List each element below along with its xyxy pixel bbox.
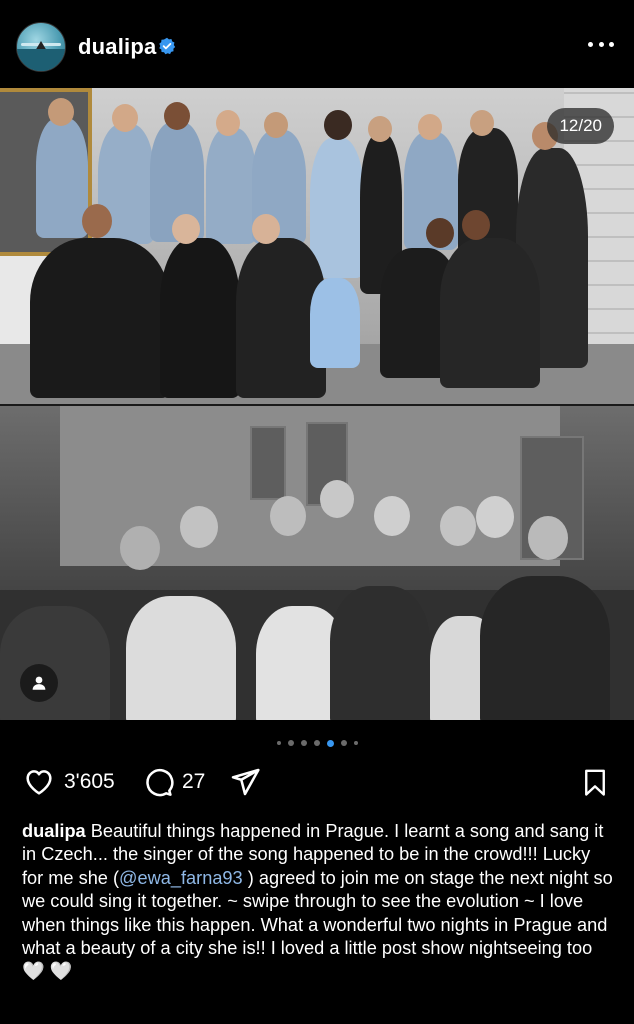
save-button[interactable] — [580, 766, 610, 798]
heart-outline-icon — [26, 770, 52, 795]
bookmark-icon — [585, 769, 605, 796]
post-caption: dualipa Beautiful things happened in Pra… — [22, 820, 614, 984]
carousel-dot — [287, 740, 294, 746]
carousel-dot — [313, 740, 320, 746]
share-button[interactable] — [228, 766, 262, 798]
post-username[interactable]: dualipa — [78, 34, 156, 60]
carousel-counter: 12/20 — [547, 108, 614, 144]
caption-mention[interactable]: @ewa_farna93 — [119, 868, 243, 888]
group-photo-color — [0, 88, 634, 404]
carousel-dot — [340, 740, 347, 746]
user-tag-icon — [32, 676, 46, 690]
more-options-button[interactable] — [588, 34, 614, 54]
caption-emoji: 🤍 🤍 — [22, 961, 73, 982]
carousel-dot-active — [326, 739, 334, 747]
huddle-photo-bw — [0, 406, 634, 720]
user-tag-button[interactable] — [20, 664, 58, 702]
carousel-dot — [300, 740, 307, 746]
post-header: dualipa — [0, 0, 634, 88]
carousel-indicator — [0, 738, 634, 748]
comment-count[interactable]: 27 — [182, 770, 205, 794]
carousel-dot — [353, 741, 358, 745]
comment-button[interactable]: 27 — [142, 766, 205, 798]
verified-badge-icon — [159, 37, 176, 55]
like-count[interactable]: 3'605 — [64, 770, 115, 794]
like-button[interactable]: 3'605 — [22, 766, 115, 798]
send-icon — [231, 768, 260, 796]
post-media-carousel[interactable]: 12/20 — [0, 88, 634, 720]
carousel-dot — [276, 741, 281, 745]
caption-username[interactable]: dualipa — [22, 821, 86, 841]
post-actions-bar: 3'605 27 — [0, 762, 634, 802]
comment-bubble-icon — [146, 768, 174, 797]
profile-avatar[interactable] — [16, 22, 66, 72]
